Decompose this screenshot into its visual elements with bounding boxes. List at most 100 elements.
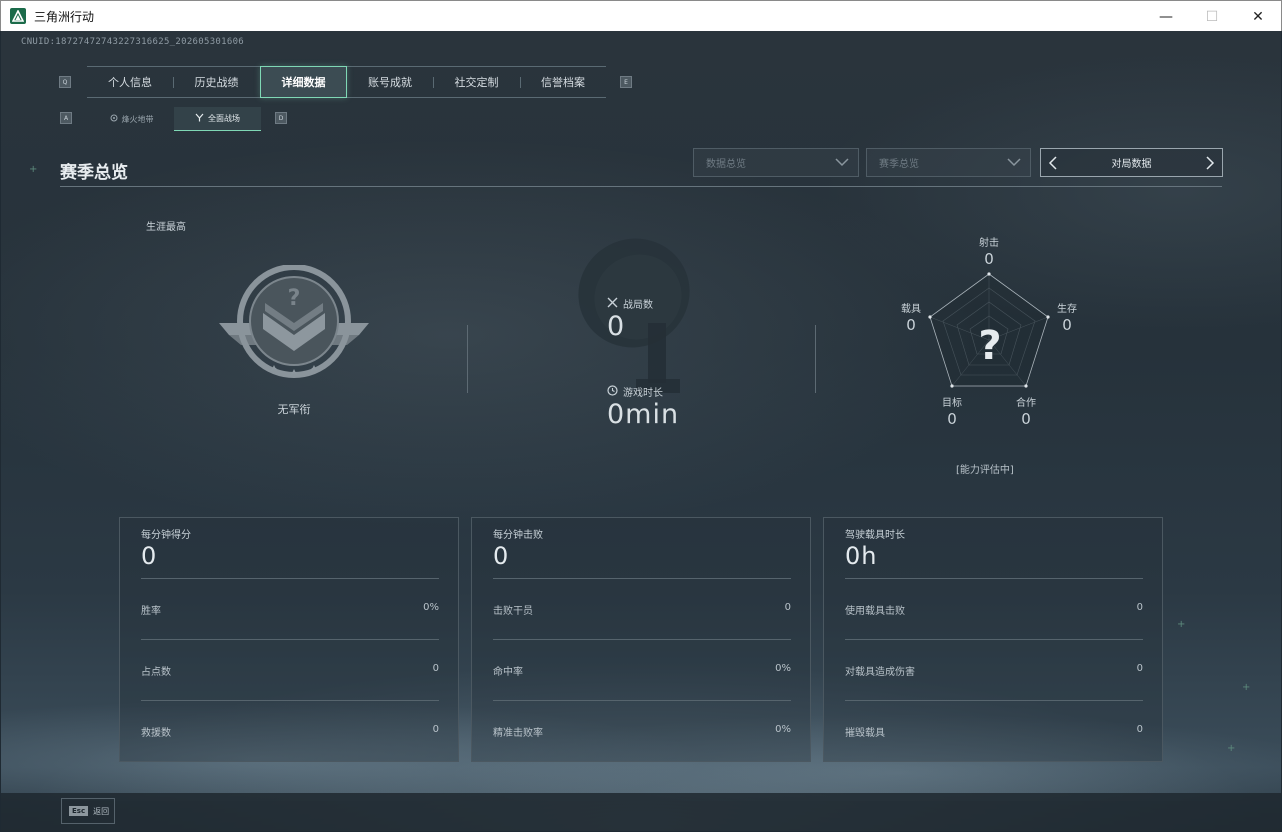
playtime-label-text: 游戏时长 xyxy=(623,388,663,399)
card-stat-row: 占点数 0 xyxy=(141,663,439,678)
season-overview-dropdown[interactable]: 赛季总览 xyxy=(866,148,1031,177)
tab-credit-record[interactable]: 信誉档案 xyxy=(520,67,606,97)
section-divider xyxy=(60,186,1222,187)
dropdown-value: 数据总览 xyxy=(706,159,746,170)
maximize-button[interactable]: ☐ xyxy=(1189,1,1235,32)
tab-next-key-hint: E xyxy=(620,76,632,88)
matches-count-value: 0 xyxy=(607,311,626,342)
match-data-pager: 对局数据 xyxy=(1040,148,1223,177)
stat-value: 0 xyxy=(1136,663,1143,674)
card-main-value: 0 xyxy=(141,542,158,570)
stat-value: 0 xyxy=(432,724,439,735)
card-divider xyxy=(141,700,439,701)
data-overview-dropdown[interactable]: 数据总览 xyxy=(693,148,859,177)
mode-tab-bar: 烽火地带 全面战场 xyxy=(89,107,261,131)
tab-account-achievements[interactable]: 账号成就 xyxy=(347,67,433,97)
stat-label: 使用载具击败 xyxy=(845,606,905,617)
radar-vehicle-label: 载具 xyxy=(901,304,921,315)
close-button[interactable]: ✕ xyxy=(1235,1,1281,32)
subtab-hazard-zone[interactable]: 烽火地带 xyxy=(89,107,174,131)
card-stat-row: 击败干员 0 xyxy=(493,602,791,617)
card-title: 每分钟得分 xyxy=(141,530,191,541)
card-stat-row: 对载具造成伤害 0 xyxy=(845,663,1143,678)
radar-survival-value: 0 xyxy=(1062,316,1072,334)
section-title: 赛季总览 xyxy=(60,163,128,183)
radar-shooting-value: 0 xyxy=(984,250,994,268)
chevron-down-icon xyxy=(1006,155,1022,172)
subtab-full-battlefield[interactable]: 全面战场 xyxy=(174,107,261,131)
app-logo-icon xyxy=(10,8,26,24)
chevron-down-icon xyxy=(834,155,850,172)
back-label: 返回 xyxy=(93,806,110,816)
career-best-label: 生涯最高 xyxy=(146,222,186,233)
column-divider xyxy=(815,325,816,393)
chevron-left-icon[interactable] xyxy=(1047,155,1059,174)
stat-label: 胜率 xyxy=(141,606,161,617)
radar-teamwork-value: 0 xyxy=(1021,410,1031,428)
back-button[interactable]: Esc 返回 xyxy=(61,798,115,824)
satellite-dish-background xyxy=(578,238,690,393)
matches-label-text: 战局数 xyxy=(623,300,653,311)
game-viewport: CNUID:18727472743227316625_202605301606 … xyxy=(1,31,1281,831)
stat-label: 占点数 xyxy=(141,667,171,678)
radar-survival-label: 生存 xyxy=(1057,304,1077,315)
stat-value: 0% xyxy=(775,663,791,674)
rank-emblem-icon: ? xyxy=(219,265,369,378)
esc-key-hint: Esc xyxy=(69,806,89,816)
card-divider xyxy=(493,700,791,701)
radar-objective-value: 0 xyxy=(947,410,957,428)
stat-label: 摧毁载具 xyxy=(845,728,885,739)
decorative-crosshair: + xyxy=(1177,619,1186,630)
svg-text:?: ? xyxy=(978,323,1001,369)
tab-social-customization[interactable]: 社交定制 xyxy=(433,67,520,97)
stat-value: 0 xyxy=(432,663,439,674)
tab-prev-key-hint: Q xyxy=(59,76,71,88)
user-id-text: CNUID:18727472743227316625_202605301606 xyxy=(21,37,245,47)
vehicle-stats-card: 驾驶载具时长 0h 使用载具击败 0 对载具造成伤害 0 摧毁载具 0 xyxy=(823,517,1163,762)
tab-detailed-data[interactable]: 详细数据 xyxy=(260,66,347,98)
card-stat-row: 胜率 0% xyxy=(141,602,439,617)
card-divider xyxy=(141,578,439,579)
card-main-value: 0h xyxy=(845,542,878,570)
battlefield-icon xyxy=(195,113,204,124)
playtime-label: 游戏时长 xyxy=(607,384,663,399)
ability-assessing-status: [能力评估中] xyxy=(956,465,1014,476)
stat-label: 救援数 xyxy=(141,728,171,739)
stat-value: 0% xyxy=(423,602,439,613)
rank-name: 无军衔 xyxy=(277,403,311,416)
subtab-label: 烽火地带 xyxy=(121,114,154,124)
svg-text:?: ? xyxy=(288,286,301,311)
card-divider xyxy=(845,578,1143,579)
card-title: 驾驶载具时长 xyxy=(845,530,905,541)
playtime-value: 0min xyxy=(607,399,680,430)
minimize-button[interactable]: — xyxy=(1143,1,1189,32)
ability-radar-chart: ? xyxy=(928,272,1050,388)
radar-objective-label: 目标 xyxy=(942,398,962,409)
tab-match-history[interactable]: 历史战绩 xyxy=(173,67,260,97)
radar-shooting-label: 射击 xyxy=(979,238,999,249)
chevron-right-icon[interactable] xyxy=(1204,155,1216,174)
card-stat-row: 命中率 0% xyxy=(493,663,791,678)
card-divider xyxy=(845,639,1143,640)
card-title: 每分钟击败 xyxy=(493,530,543,541)
crossed-swords-icon xyxy=(607,297,618,311)
subtab-next-key-hint: D xyxy=(275,112,287,124)
footer-bar: Esc 返回 xyxy=(1,793,1281,831)
subtab-prev-key-hint: A xyxy=(60,112,72,124)
kill-stats-card: 每分钟击败 0 击败干员 0 命中率 0% 精准击败率 0% xyxy=(471,517,811,762)
radar-teamwork-label: 合作 xyxy=(1016,398,1036,409)
card-divider xyxy=(493,578,791,579)
card-divider xyxy=(493,639,791,640)
pager-label: 对局数据 xyxy=(1111,159,1152,170)
stat-label: 击败干员 xyxy=(493,606,533,617)
matches-count-label: 战局数 xyxy=(607,296,653,311)
tab-personal-info[interactable]: 个人信息 xyxy=(87,67,173,97)
score-stats-card: 每分钟得分 0 胜率 0% 占点数 0 救援数 0 xyxy=(119,517,459,762)
decorative-crosshair: + xyxy=(1227,743,1236,754)
card-stat-row: 摧毁载具 0 xyxy=(845,724,1143,739)
clock-icon xyxy=(607,384,618,399)
card-stat-row: 使用载具击败 0 xyxy=(845,602,1143,617)
column-divider xyxy=(467,325,468,393)
stat-value: 0 xyxy=(1136,724,1143,735)
stat-label: 对载具造成伤害 xyxy=(845,667,915,678)
